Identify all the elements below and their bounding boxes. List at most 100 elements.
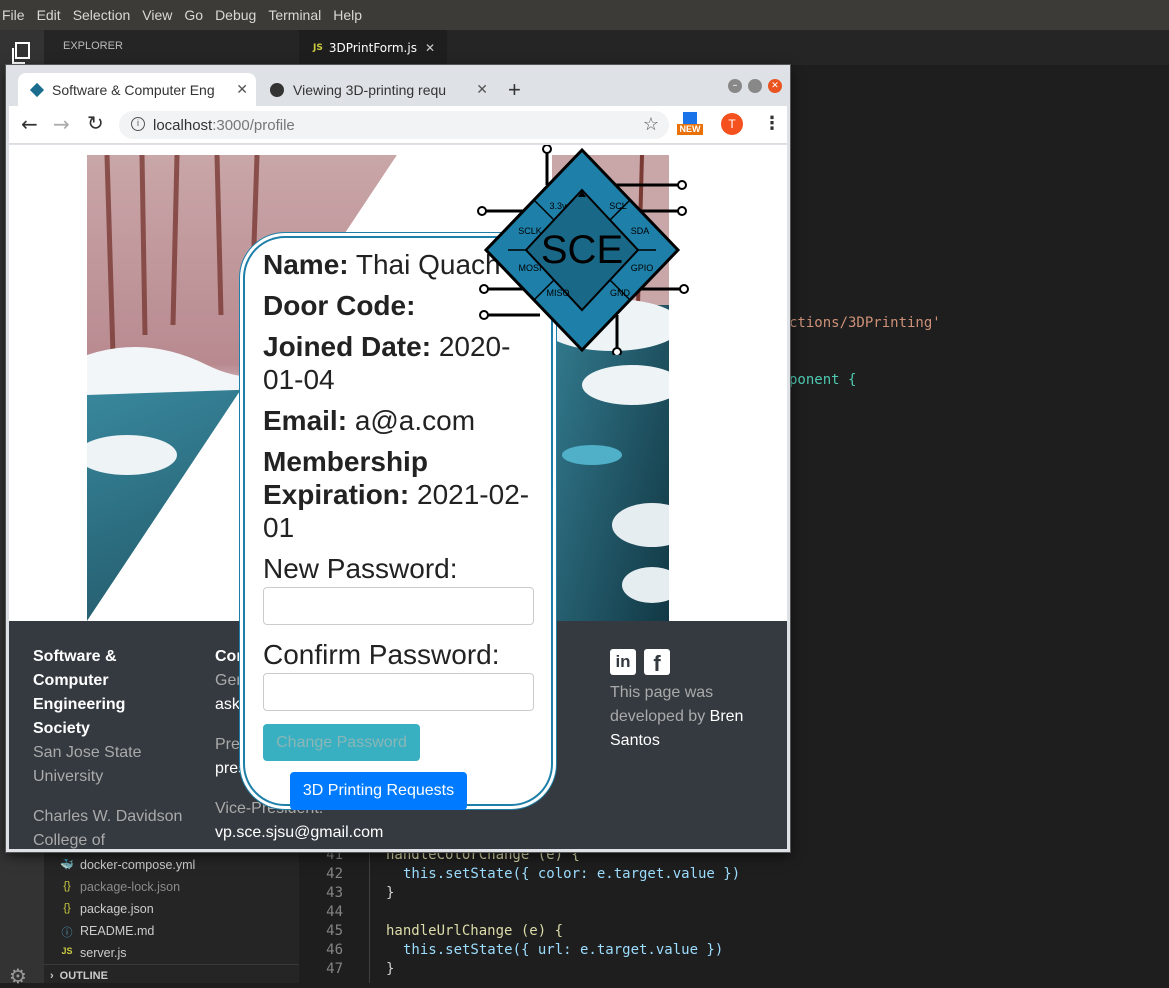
settings-gear-icon[interactable]: ⚙ [9, 964, 27, 988]
membership-field: Membership Expiration: 2021-02-01 [263, 445, 535, 544]
pin-label: SDA [631, 226, 650, 236]
pin-label: MISO [546, 288, 569, 298]
code-line: this.setState({ color: e.target.value }) [403, 866, 741, 882]
email-field: Email: a@a.com [263, 404, 535, 437]
browser-toolbar: ← → ↻ i localhost:3000/profile ☆ NEW T ⋮ [9, 106, 787, 144]
extension-new-icon[interactable]: NEW [677, 112, 703, 138]
pin-label: GND [610, 288, 631, 298]
new-tab-button[interactable]: + [508, 77, 521, 103]
footer-org: Software & Computer Engineering Society [33, 648, 126, 737]
code-fragment: ctions/3DPrinting' [789, 315, 941, 331]
tab-3dprintform[interactable]: JS 3DPrintForm.js ✕ [299, 30, 447, 65]
menu-item[interactable]: Selection [67, 7, 137, 23]
footer-college: Charles W. Davidson College of [33, 808, 183, 849]
footer-vp-email[interactable]: vp.sce.sjsu@gmail.com [215, 821, 435, 845]
name-label: Name: [263, 249, 349, 280]
menu-bar: File Edit Selection View Go Debug Terminal Help [0, 0, 1169, 30]
pin-label: GPIO [631, 263, 654, 273]
web-page: Software & Computer Engineering Society … [9, 145, 787, 849]
bookmark-star-icon[interactable]: ☆ [643, 114, 659, 135]
code-line: } [386, 885, 395, 901]
facebook-icon[interactable]: f [644, 649, 670, 676]
json-icon: {} [63, 902, 71, 914]
menu-item[interactable]: Terminal [262, 7, 327, 23]
browser-tab-strip: Software & Computer Eng ✕ Viewing 3D-pri… [6, 65, 790, 106]
file-name: README.md [80, 924, 155, 938]
browser-tab-github[interactable]: Viewing 3D-printing requ ✕ [256, 73, 496, 106]
tab-title: Viewing 3D-printing requ [293, 81, 447, 98]
code-fragment: ponent { [789, 372, 857, 388]
file-item[interactable]: {} package.json [60, 902, 154, 916]
outline-label: OUTLINE [59, 969, 108, 982]
line-number: 46 [326, 942, 343, 958]
menu-item[interactable]: Help [327, 7, 368, 23]
new-password-label: New Password: [263, 553, 458, 584]
email-value: a@a.com [354, 405, 476, 436]
close-window-button[interactable]: ✕ [768, 79, 782, 93]
back-arrow-icon[interactable]: ← [21, 112, 38, 136]
menu-item[interactable]: Edit [31, 7, 67, 23]
menu-item[interactable]: View [136, 7, 178, 23]
file-item[interactable]: 🐳 docker-compose.yml [60, 858, 195, 872]
editor-tabs: JS 3DPrintForm.js ✕ [299, 30, 1169, 65]
line-number: 45 [326, 923, 343, 939]
close-tab-icon[interactable]: ✕ [472, 81, 488, 98]
linkedin-icon[interactable]: in [610, 649, 636, 675]
change-password-button[interactable]: Change Password [263, 724, 420, 761]
menu-item[interactable]: Debug [209, 7, 262, 23]
email-label: Email: [263, 405, 348, 436]
confirm-password-input[interactable] [263, 673, 534, 711]
3d-printing-requests-button[interactable]: 3D Printing Requests [290, 772, 467, 810]
close-icon[interactable]: ✕ [425, 41, 435, 55]
github-favicon-icon [270, 82, 284, 97]
address-bar[interactable]: i localhost:3000/profile ☆ [119, 111, 669, 139]
menu-item[interactable]: File [0, 7, 31, 23]
js-file-icon: JS [313, 42, 323, 53]
line-number: 44 [326, 904, 343, 920]
minimize-button[interactable]: – [728, 79, 742, 93]
expiration-label: Expiration: [263, 479, 410, 510]
sce-logo: SCE 3.3v SCL SCLK SDA MOSI GPIO MISO GND [477, 145, 689, 355]
close-tab-icon[interactable]: ✕ [232, 81, 248, 98]
info-icon: i [131, 117, 145, 131]
reload-icon[interactable]: ↻ [87, 111, 104, 135]
url-host: localhost [153, 116, 213, 134]
footer-developed-by: This page was developed by [610, 684, 714, 725]
pin-label: SCL [609, 201, 627, 211]
sce-favicon-icon [29, 82, 45, 97]
indent-guide [369, 847, 370, 983]
tab-title: Software & Computer Eng [52, 81, 215, 98]
more-menu-icon[interactable]: ⋮ [763, 113, 781, 134]
file-item[interactable]: JS server.js [60, 946, 127, 960]
info-icon: ⓘ [61, 927, 73, 939]
forward-arrow-icon[interactable]: → [53, 112, 70, 136]
membership-label: Membership [263, 446, 428, 477]
file-name: server.js [80, 946, 127, 960]
explorer-title: EXPLORER [63, 40, 123, 52]
js-icon: JS [61, 946, 73, 956]
menu-item[interactable]: Go [178, 7, 209, 23]
logo-sce-text: SCE [541, 228, 623, 272]
line-number: 42 [326, 866, 343, 882]
profile-avatar[interactable]: T [721, 113, 743, 135]
docker-icon: 🐳 [60, 859, 74, 871]
code-line: this.setState({ url: e.target.value }) [403, 942, 724, 958]
maximize-button[interactable] [748, 79, 762, 93]
file-name: package-lock.json [80, 880, 181, 894]
file-item[interactable]: {} package-lock.json [60, 880, 180, 894]
json-icon: {} [63, 880, 71, 892]
code-line: } [386, 961, 395, 977]
line-number: 47 [326, 961, 343, 977]
browser-tab-sce[interactable]: Software & Computer Eng ✕ [18, 73, 256, 106]
file-name: package.json [80, 902, 154, 916]
file-item[interactable]: ⓘ README.md [60, 924, 155, 940]
code-line: handleUrlChange (e) { [386, 923, 564, 939]
confirm-password-label: Confirm Password: [263, 639, 500, 670]
new-badge: NEW [677, 124, 703, 135]
new-password-input[interactable] [263, 587, 534, 625]
pin-label: 3.3v [549, 201, 567, 211]
browser-window: Software & Computer Eng ✕ Viewing 3D-pri… [6, 65, 790, 852]
explorer-icon[interactable] [11, 42, 31, 64]
file-name: docker-compose.yml [80, 858, 196, 872]
pin-label: MOSI [518, 263, 541, 273]
